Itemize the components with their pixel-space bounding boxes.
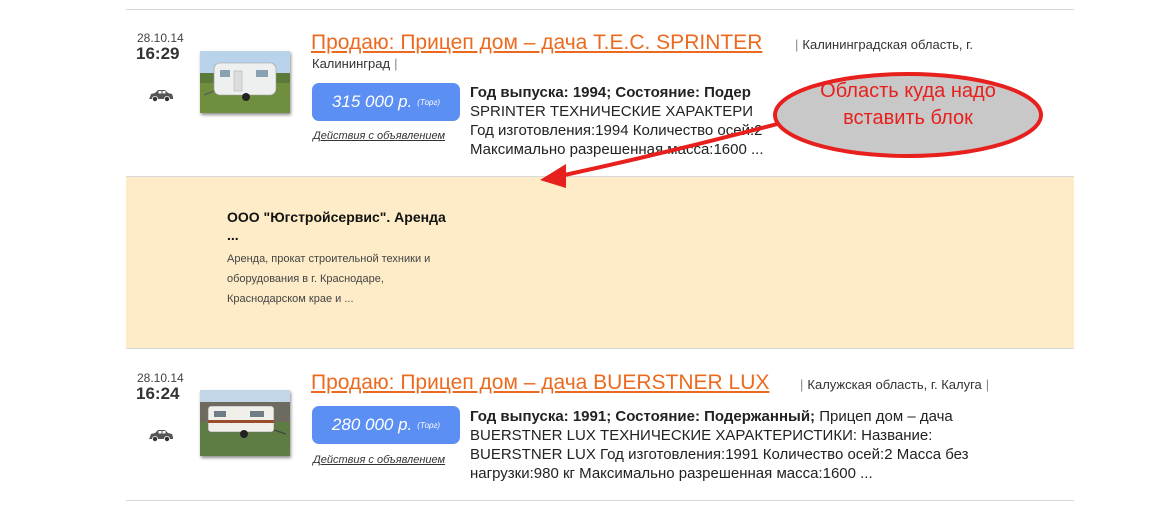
divider: [126, 348, 1074, 349]
separator: |: [394, 56, 398, 71]
price-negotiable-note: (Торг): [417, 97, 441, 107]
listing-region: | Калужская область, г. Калуга |: [796, 377, 993, 392]
description-line: нагрузки:980 кг Максимально разрешенная …: [470, 465, 873, 482]
listing-actions-link[interactable]: Действия с объявлением: [313, 454, 445, 466]
ad-block[interactable]: ООО "Югстройсервис". Аренда ... Аренда, …: [126, 177, 1074, 348]
price-badge[interactable]: 315 000 р. (Торг): [312, 83, 460, 121]
listing-title-link[interactable]: Продаю: Прицеп дом – дача T.E.C. SPRINTE…: [311, 31, 762, 55]
separator: |: [985, 377, 990, 392]
separator: |: [800, 377, 804, 392]
price-negotiable-note: (Торг): [417, 420, 441, 430]
listing-actions-link[interactable]: Действия с объявлением: [313, 130, 445, 142]
car-icon: [149, 430, 173, 442]
price-badge[interactable]: 280 000 р. (Торг): [312, 406, 460, 444]
listing-description: Год выпуска: 1991; Состояние: Подержанны…: [470, 407, 990, 483]
price-value: 315 000 р.: [331, 92, 413, 111]
description-specs: Год выпуска: 1991; Состояние: Подержанны…: [470, 408, 816, 425]
description-specs: Год выпуска: 1994; Состояние: Подер: [470, 84, 751, 101]
price-value: 280 000 р.: [331, 415, 413, 434]
listing-date: 28.10.14: [137, 371, 184, 385]
listing-region: | Калининградская область, г.: [791, 37, 973, 52]
region-text: Калининград: [312, 56, 391, 71]
separator: |: [795, 37, 799, 52]
trailer-photo[interactable]: [200, 390, 290, 456]
description-text: Прицеп дом – дача: [815, 408, 953, 425]
listing-region-line2: Калининград |: [312, 56, 401, 71]
listing-time: 16:24: [136, 384, 180, 403]
top-divider: [126, 9, 1074, 10]
region-text: Калужская область, г. Калуга: [807, 377, 982, 392]
listing-date: 28.10.14: [137, 31, 184, 45]
ad-title[interactable]: ООО "Югстройсервис". Аренда ...: [227, 208, 447, 244]
ad-text: Аренда, прокат строительной техники и об…: [227, 253, 431, 305]
annotation-callout: Область куда надо вставить блок: [772, 70, 1044, 160]
description-line: BUERSTNER LUX ТЕХНИЧЕСКИЕ ХАРАКТЕРИСТИКИ…: [470, 427, 933, 444]
listing-title-link[interactable]: Продаю: Прицеп дом – дача BUERSTNER LUX: [311, 371, 769, 395]
bottom-divider: [126, 500, 1074, 501]
annotation-text: Область куда надо: [820, 80, 996, 102]
description-line: BUERSTNER LUX Год изготовления:1991 Коли…: [470, 446, 969, 463]
listing-time: 16:29: [136, 44, 180, 63]
annotation-text: вставить блок: [843, 107, 973, 129]
region-text: Калининградская область, г.: [802, 37, 973, 52]
trailer-photo[interactable]: [200, 51, 290, 113]
car-icon: [149, 90, 173, 102]
